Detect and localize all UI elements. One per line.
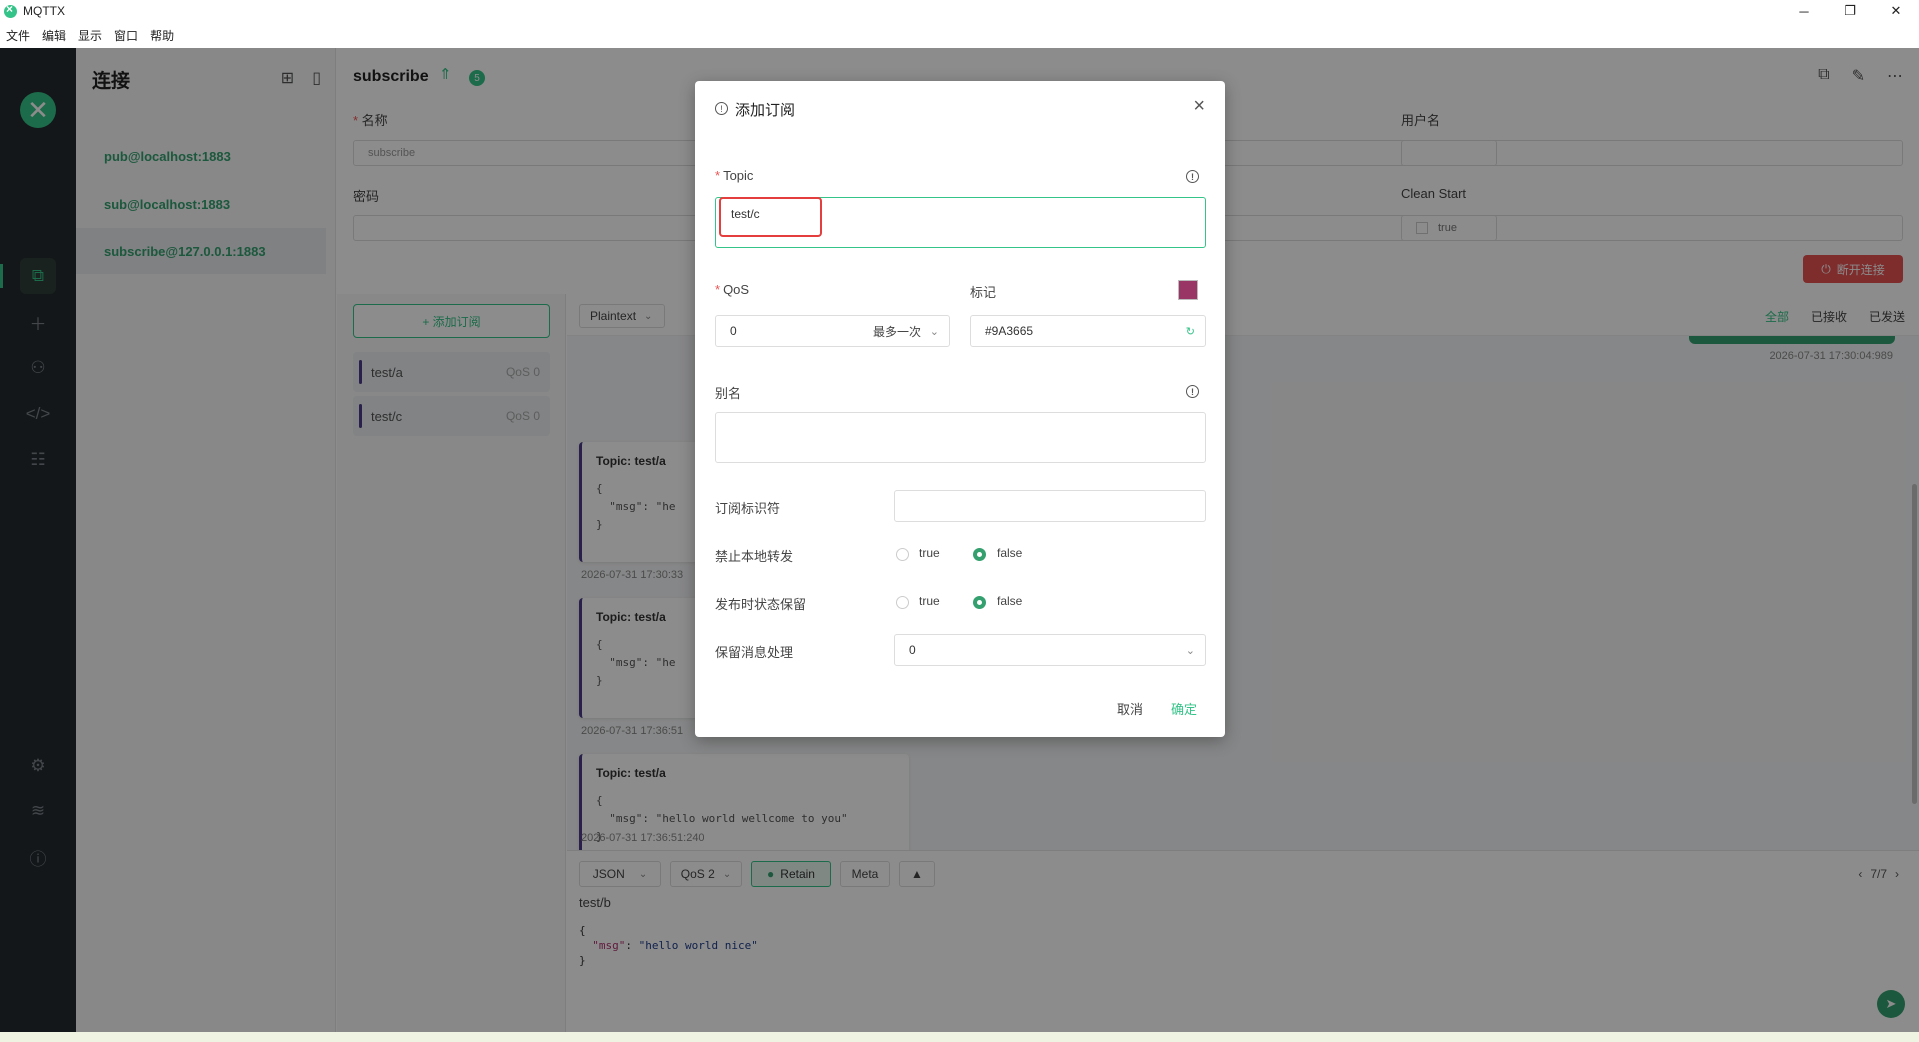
mark-label: 标记: [970, 285, 997, 300]
add-subscription-dialog: ! 添加订阅 × * Topic ! test/c * QoS 0 最多一次 ⌄ 标…: [695, 81, 1225, 737]
app-logo-icon: [4, 2, 17, 18]
color-input[interactable]: #9A3665 ↻: [970, 315, 1206, 347]
rap-false-radio[interactable]: [973, 596, 986, 609]
menu-edit[interactable]: 编辑: [42, 27, 66, 44]
close-icon[interactable]: ×: [1193, 95, 1205, 118]
color-swatch[interactable]: [1178, 280, 1198, 300]
topic-value: test/c: [731, 207, 760, 221]
rap-true-label: true: [919, 594, 940, 608]
no-local-false-label: false: [997, 546, 1023, 560]
close-window-icon[interactable]: ✕: [1873, 0, 1919, 22]
restore-icon[interactable]: ❐: [1827, 0, 1873, 22]
no-local-label: 禁止本地转发: [715, 549, 794, 564]
qos-description: 最多一次: [872, 324, 921, 339]
rap-false-label: false: [997, 594, 1023, 608]
confirm-button[interactable]: 确定: [1171, 699, 1197, 718]
refresh-icon[interactable]: ↻: [1186, 325, 1195, 338]
subscription-identifier-label: 订阅标识符: [715, 501, 781, 516]
window-title: MQTTX: [23, 4, 65, 18]
retain-as-published-label: 发布时状态保留: [715, 597, 807, 612]
alias-input[interactable]: [715, 412, 1206, 463]
minimize-icon[interactable]: ─: [1781, 0, 1827, 22]
topic-info-icon[interactable]: !: [1186, 170, 1199, 183]
title-bar: MQTTX ─ ❐ ✕: [0, 0, 1919, 22]
dialog-title: 添加订阅: [735, 102, 796, 119]
rap-true-radio[interactable]: [896, 596, 909, 609]
retain-handling-select[interactable]: 0 ⌄: [894, 634, 1206, 666]
menu-file[interactable]: 文件: [6, 27, 30, 44]
chevron-down-icon: ⌄: [929, 325, 939, 338]
alias-info-icon[interactable]: !: [1186, 385, 1199, 398]
no-local-true-label: true: [919, 546, 940, 560]
window-controls: ─ ❐ ✕: [1781, 0, 1919, 22]
qos-select[interactable]: 0 最多一次 ⌄: [715, 315, 950, 347]
menu-view[interactable]: 显示: [78, 27, 102, 44]
menu-help[interactable]: 帮助: [150, 27, 174, 44]
no-local-true-radio[interactable]: [896, 548, 909, 561]
qos-label: * QoS: [715, 282, 750, 297]
no-local-false-radio[interactable]: [973, 548, 986, 561]
subscription-identifier-input[interactable]: [894, 490, 1206, 522]
retain-handling-label: 保留消息处理: [715, 645, 794, 660]
taskbar: [0, 1032, 1919, 1042]
chevron-down-icon: ⌄: [1185, 644, 1195, 657]
cancel-button[interactable]: 取消: [1117, 699, 1143, 718]
menu-bar: 文件 编辑 显示 窗口 帮助: [0, 22, 1919, 48]
alias-label: 别名: [715, 386, 742, 401]
topic-label: * Topic: [715, 168, 754, 183]
menu-window[interactable]: 窗口: [114, 27, 138, 44]
info-icon: !: [715, 102, 728, 115]
